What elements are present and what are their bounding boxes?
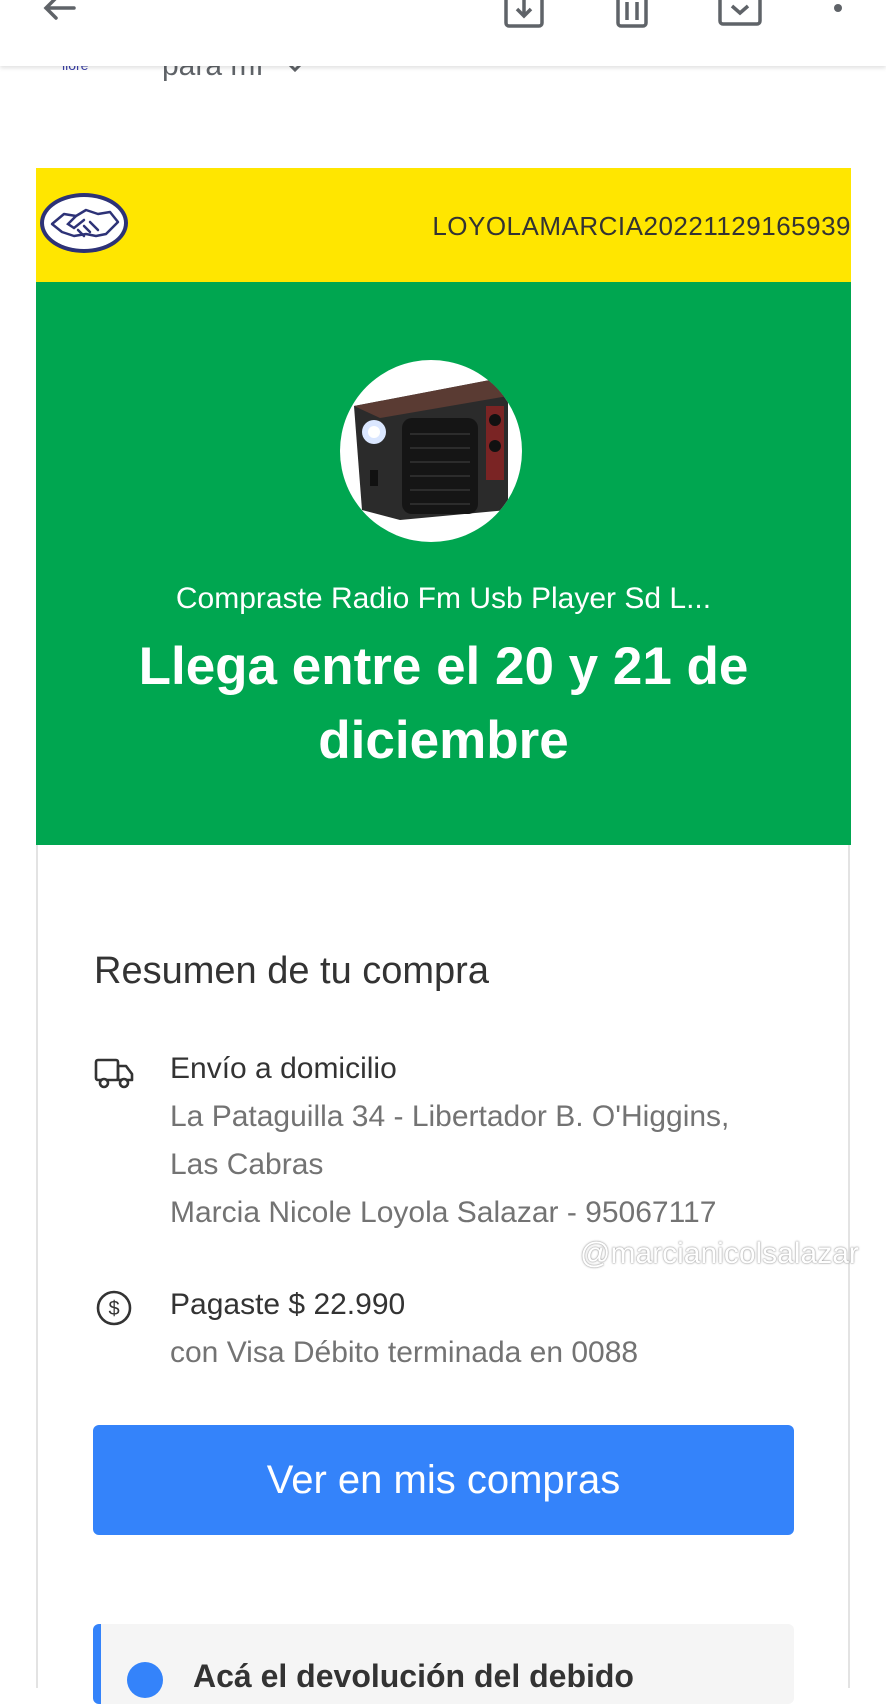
info-icon	[127, 1662, 163, 1698]
dollar-icon: $	[96, 1290, 132, 1326]
truck-icon	[94, 1058, 134, 1089]
delete-icon[interactable]	[610, 0, 654, 30]
payment-detail: con Visa Débito terminada en 0088	[170, 1336, 639, 1369]
notice-banner: Acá el devolución del debido	[93, 1624, 794, 1704]
handshake-logo-icon	[40, 193, 128, 253]
mail-move-icon[interactable]	[718, 0, 762, 30]
app-bar	[0, 0, 886, 66]
shipping-title: Envío a domicilio	[170, 1052, 397, 1085]
delivery-hero: Compraste Radio Fm Usb Player Sd L... Ll…	[36, 282, 851, 845]
profile-icon	[545, 1239, 573, 1271]
purchase-subtitle: Compraste Radio Fm Usb Player Sd L...	[175, 582, 712, 615]
summary-title: Resumen de tu compra	[94, 950, 489, 992]
notice-text: Acá el devolución del debido	[193, 1658, 634, 1694]
brand-bar: LOYOLAMARCIA20221129165939	[36, 168, 851, 282]
payment-title: Pagaste $ 22.990	[170, 1288, 406, 1321]
watermark-handle: @marcianicolsalazar	[580, 1237, 859, 1270]
tiktok-watermark: @marcianicolsalazar	[508, 1232, 859, 1276]
arrow-back-icon[interactable]	[36, 0, 80, 30]
more-vert-icon[interactable]	[816, 0, 860, 30]
order-code: LOYOLAMARCIA20221129165939	[432, 211, 851, 241]
delivery-title: Llega entre el 20 y 21 de diciembre	[138, 637, 749, 770]
shipping-address-line-2: Las Cabras	[170, 1148, 324, 1181]
shipping-address-line-1: La Pataguilla 34 - Libertador B. O'Higgi…	[170, 1100, 730, 1133]
product-image[interactable]	[340, 360, 522, 542]
view-purchases-button[interactable]: Ver en mis compras	[93, 1425, 794, 1535]
shipping-recipient-line: Marcia Nicole Loyola Salazar - 95067117	[170, 1196, 717, 1229]
archive-download-icon[interactable]	[502, 0, 546, 30]
tiktok-icon	[510, 1238, 536, 1269]
svg-text:$: $	[108, 1298, 119, 1320]
radio-product-icon	[354, 380, 508, 520]
